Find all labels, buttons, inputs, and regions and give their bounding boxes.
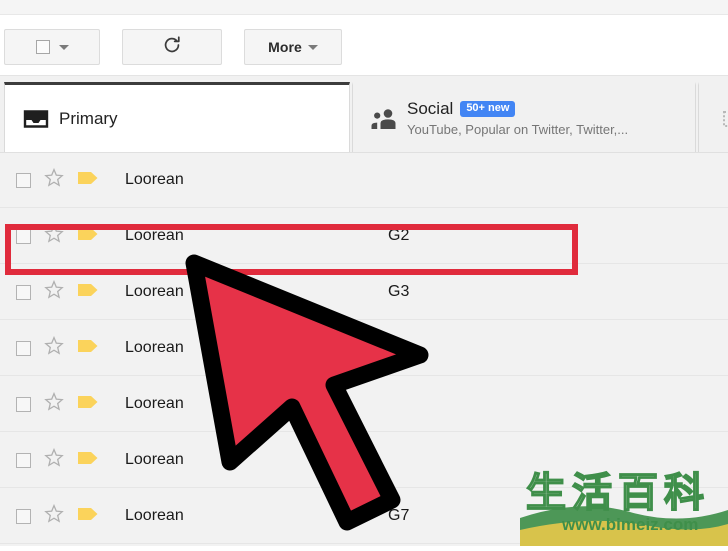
mail-sender: Loorean: [125, 451, 184, 468]
table-row[interactable]: Loorean: [0, 153, 728, 208]
inbox-icon: [19, 108, 53, 130]
select-all-button[interactable]: [4, 29, 100, 65]
window-top-strip: [0, 0, 728, 15]
mail-toolbar: More: [0, 15, 728, 76]
more-button-label: More: [268, 39, 302, 55]
tab-primary-texts: Primary: [59, 109, 118, 129]
table-row[interactable]: Loorean G7: [0, 489, 728, 544]
people-icon: [367, 107, 401, 131]
mail-label: G7: [388, 507, 410, 524]
star-outline-icon[interactable]: [44, 447, 64, 473]
star-outline-icon[interactable]: [44, 223, 64, 249]
label-tag-icon[interactable]: [77, 506, 99, 527]
checkbox-icon[interactable]: [16, 396, 31, 412]
refresh-icon: [161, 34, 183, 61]
table-row[interactable]: Loorean: [0, 321, 728, 376]
inbox-tab-bar: Primary Social 50+ new YouTube, Popular …: [0, 76, 728, 153]
checkbox-icon[interactable]: [16, 452, 31, 468]
label-tag-icon[interactable]: [77, 282, 99, 303]
label-tag-icon[interactable]: [77, 226, 99, 247]
tab-social-subtitle: YouTube, Popular on Twitter, Twitter,...: [407, 122, 629, 138]
star-outline-icon[interactable]: [44, 335, 64, 361]
checkbox-icon[interactable]: [16, 284, 31, 300]
table-row[interactable]: Loorean: [0, 433, 728, 488]
chevron-down-icon: [58, 44, 69, 50]
tab-social[interactable]: Social 50+ new YouTube, Popular on Twitt…: [352, 82, 696, 152]
mail-sender: Loorean: [125, 283, 184, 300]
mail-sender: Loorean: [125, 227, 184, 244]
mail-sender: Loorean: [125, 507, 184, 524]
tab-primary-label: Primary: [59, 108, 118, 128]
checkbox-icon[interactable]: [16, 340, 31, 356]
label-tag-icon[interactable]: [77, 450, 99, 471]
tab-primary-title-row: Primary: [59, 109, 118, 129]
label-tag-icon[interactable]: [77, 394, 99, 415]
star-outline-icon[interactable]: [44, 503, 64, 529]
checkbox-icon[interactable]: [16, 228, 31, 244]
tab-social-title-row: Social 50+ new: [407, 99, 628, 119]
label-tag-icon[interactable]: [77, 170, 99, 191]
tab-primary[interactable]: Primary: [4, 82, 350, 152]
mail-label: G3: [388, 283, 410, 300]
mail-label: G2: [388, 227, 410, 244]
tab-social-label: Social: [407, 98, 454, 118]
table-row[interactable]: Loorean G2: [0, 209, 728, 264]
mail-list: Loorean Loorean G2 Loorean G3 Loorean Lo…: [0, 153, 728, 546]
star-outline-icon[interactable]: [44, 279, 64, 305]
mail-sender: Loorean: [125, 395, 184, 412]
table-row[interactable]: Loorean: [0, 377, 728, 432]
tag-icon: [713, 109, 728, 129]
refresh-button[interactable]: [122, 29, 222, 65]
label-tag-icon[interactable]: [77, 338, 99, 359]
status-badge: 50+ new: [460, 100, 516, 117]
table-row[interactable]: Loorean G3: [0, 265, 728, 320]
tab-social-texts: Social 50+ new YouTube, Popular on Twitt…: [407, 99, 628, 138]
star-outline-icon[interactable]: [44, 391, 64, 417]
checkbox-icon: [35, 40, 50, 54]
checkbox-icon[interactable]: [16, 172, 31, 188]
checkbox-icon[interactable]: [16, 508, 31, 524]
chevron-down-icon: [307, 44, 318, 50]
mail-sender: Loorean: [125, 339, 184, 356]
more-button[interactable]: More: [244, 29, 342, 65]
mail-sender: Loorean: [125, 171, 184, 188]
tab-promotions-partial[interactable]: [698, 82, 728, 152]
star-outline-icon[interactable]: [44, 167, 64, 193]
